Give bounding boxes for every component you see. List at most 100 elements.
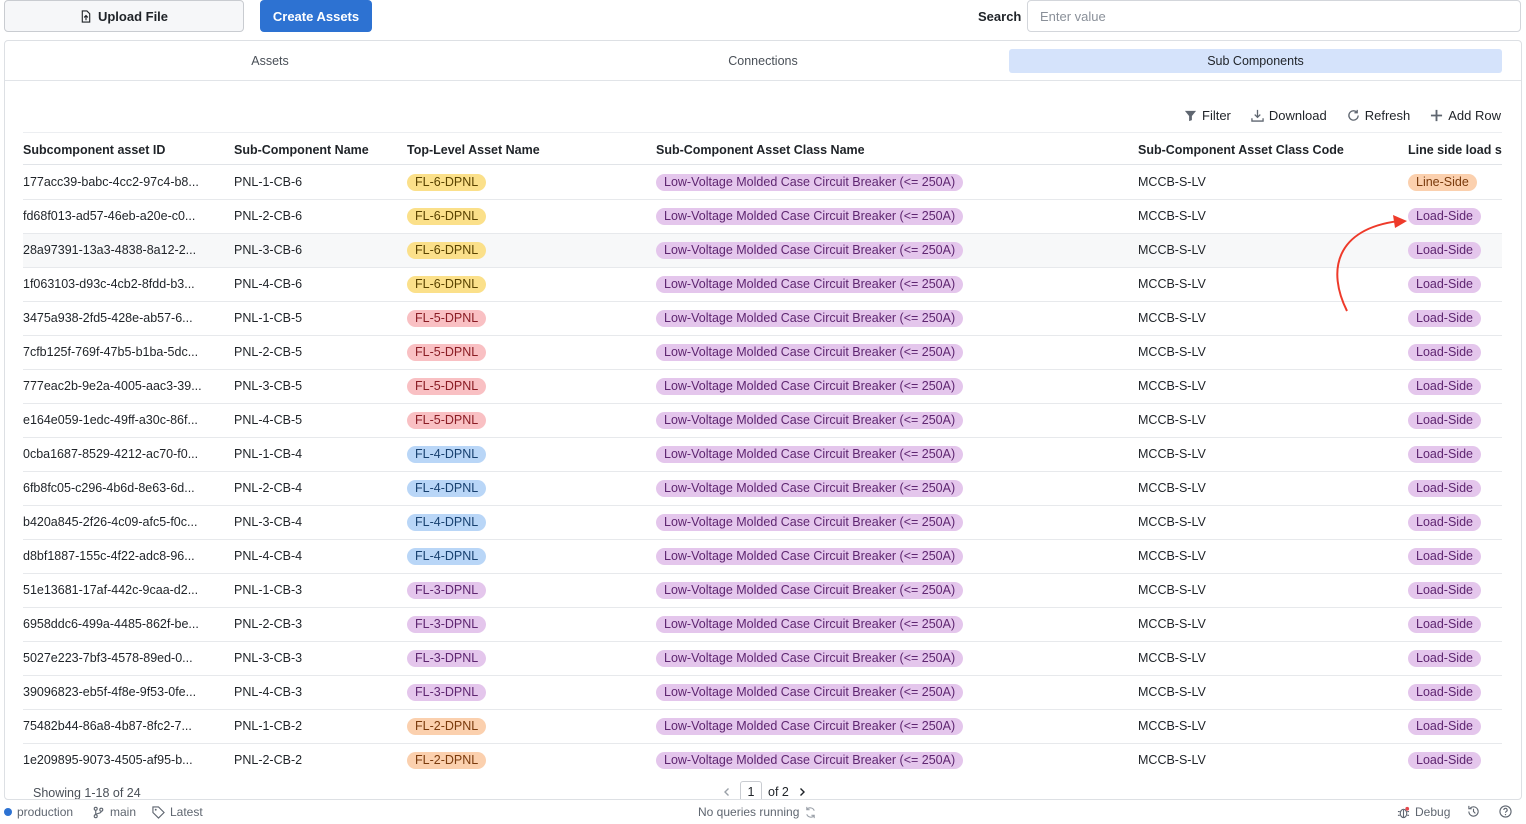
table-row[interactable]: 3475a938-2fd5-428e-ab57-6... PNL-1-CB-5 FL…	[23, 302, 1502, 336]
top-level-asset-badge[interactable]: FL-5-DPNL	[407, 412, 487, 429]
help-button[interactable]	[1499, 805, 1512, 818]
line-side-badge[interactable]: Line-Side	[1408, 174, 1477, 191]
asset-class-badge[interactable]: Low-Voltage Molded Case Circuit Breaker …	[656, 378, 964, 395]
line-side-badge[interactable]: Load-Side	[1408, 412, 1481, 429]
table-header: Subcomponent asset ID Sub-Component Name…	[23, 132, 1502, 165]
top-level-asset-badge[interactable]: FL-6-DPNL	[407, 276, 487, 293]
asset-class-badge[interactable]: Low-Voltage Molded Case Circuit Breaker …	[656, 616, 964, 633]
table-row[interactable]: 6958ddc6-499a-4485-862f-be... PNL-2-CB-3 F…	[23, 608, 1502, 642]
cell-asset-class-code: MCCB-S-LV	[1138, 277, 1206, 291]
line-side-badge[interactable]: Load-Side	[1408, 616, 1481, 633]
line-side-badge[interactable]: Load-Side	[1408, 752, 1481, 769]
asset-class-badge[interactable]: Low-Voltage Molded Case Circuit Breaker …	[656, 684, 964, 701]
line-side-badge[interactable]: Load-Side	[1408, 378, 1481, 395]
download-button[interactable]: Download	[1251, 108, 1327, 123]
top-level-asset-badge[interactable]: FL-3-DPNL	[407, 650, 487, 667]
top-level-asset-badge[interactable]: FL-4-DPNL	[407, 480, 487, 497]
top-level-asset-badge[interactable]: FL-6-DPNL	[407, 208, 487, 225]
top-level-asset-badge[interactable]: FL-3-DPNL	[407, 582, 487, 599]
cell-asset-class-code: MCCB-S-LV	[1138, 651, 1206, 665]
line-side-badge[interactable]: Load-Side	[1408, 242, 1481, 259]
asset-class-badge[interactable]: Low-Voltage Molded Case Circuit Breaker …	[656, 344, 964, 361]
debug-button[interactable]: Debug	[1397, 805, 1450, 819]
prev-page-button[interactable]	[720, 785, 734, 799]
table-row[interactable]: b420a845-2f26-4c09-afc5-f0c... PNL-3-CB-4…	[23, 506, 1502, 540]
add-row-button[interactable]: Add Row	[1430, 108, 1501, 123]
line-side-badge[interactable]: Load-Side	[1408, 718, 1481, 735]
line-side-badge[interactable]: Load-Side	[1408, 650, 1481, 667]
asset-class-badge[interactable]: Low-Voltage Molded Case Circuit Breaker …	[656, 514, 964, 531]
page-number-input[interactable]: 1	[740, 781, 762, 799]
version-selector[interactable]: Latest	[152, 805, 203, 819]
line-side-badge[interactable]: Load-Side	[1408, 310, 1481, 327]
table-row[interactable]: 51e13681-17af-442c-9caa-d2... PNL-1-CB-3 F…	[23, 574, 1502, 608]
asset-class-badge[interactable]: Low-Voltage Molded Case Circuit Breaker …	[656, 480, 964, 497]
next-page-button[interactable]	[795, 785, 809, 799]
asset-class-badge[interactable]: Low-Voltage Molded Case Circuit Breaker …	[656, 208, 964, 225]
table-row[interactable]: 0cba1687-8529-4212-ac70-f0... PNL-1-CB-4 F…	[23, 438, 1502, 472]
refresh-button[interactable]: Refresh	[1347, 108, 1410, 123]
table-row[interactable]: 28a97391-13a3-4838-8a12-2... PNL-3-CB-6 FL…	[23, 234, 1502, 268]
line-side-badge[interactable]: Load-Side	[1408, 208, 1481, 225]
top-level-asset-badge[interactable]: FL-5-DPNL	[407, 378, 487, 395]
line-side-badge[interactable]: Load-Side	[1408, 344, 1481, 361]
table-row[interactable]: d8bf1887-155c-4f22-adc8-96... PNL-4-CB-4 F…	[23, 540, 1502, 574]
table-row[interactable]: 5027e223-7bf3-4578-89ed-0... PNL-3-CB-3 FL…	[23, 642, 1502, 676]
tab-sub-components[interactable]: Sub Components	[1009, 49, 1502, 73]
tab-connections[interactable]: Connections	[517, 49, 1009, 73]
top-level-asset-badge[interactable]: FL-4-DPNL	[407, 446, 487, 463]
asset-class-badge[interactable]: Low-Voltage Molded Case Circuit Breaker …	[656, 718, 964, 735]
asset-class-badge[interactable]: Low-Voltage Molded Case Circuit Breaker …	[656, 752, 964, 769]
line-side-badge[interactable]: Load-Side	[1408, 582, 1481, 599]
table-row[interactable]: 6fb8fc05-c296-4b6d-8e63-6d... PNL-2-CB-4 F…	[23, 472, 1502, 506]
top-level-asset-badge[interactable]: FL-5-DPNL	[407, 344, 487, 361]
table-row[interactable]: 777eac2b-9e2a-4005-aac3-39... PNL-3-CB-5 F…	[23, 370, 1502, 404]
column-header-name[interactable]: Sub-Component Name	[234, 143, 399, 157]
table-row[interactable]: 1f063103-d93c-4cb2-8fdd-b3... PNL-4-CB-6 F…	[23, 268, 1502, 302]
history-button[interactable]	[1467, 805, 1480, 818]
top-level-asset-badge[interactable]: FL-5-DPNL	[407, 310, 487, 327]
column-header-id[interactable]: Subcomponent asset ID	[23, 143, 223, 157]
line-side-badge[interactable]: Load-Side	[1408, 446, 1481, 463]
filter-button[interactable]: Filter	[1184, 108, 1231, 123]
asset-class-badge[interactable]: Low-Voltage Molded Case Circuit Breaker …	[656, 174, 964, 191]
table-row[interactable]: 75482b44-86a8-4b87-8fc2-7... PNL-1-CB-2 FL…	[23, 710, 1502, 744]
top-level-asset-badge[interactable]: FL-3-DPNL	[407, 616, 487, 633]
top-level-asset-badge[interactable]: FL-4-DPNL	[407, 514, 487, 531]
asset-class-badge[interactable]: Low-Voltage Molded Case Circuit Breaker …	[656, 276, 964, 293]
line-side-badge[interactable]: Load-Side	[1408, 480, 1481, 497]
asset-class-badge[interactable]: Low-Voltage Molded Case Circuit Breaker …	[656, 242, 964, 259]
search-input[interactable]	[1027, 0, 1521, 32]
asset-class-badge[interactable]: Low-Voltage Molded Case Circuit Breaker …	[656, 582, 964, 599]
table-row[interactable]: 7cfb125f-769f-47b5-b1ba-5dc... PNL-2-CB-5…	[23, 336, 1502, 370]
asset-class-badge[interactable]: Low-Voltage Molded Case Circuit Breaker …	[656, 650, 964, 667]
top-level-asset-badge[interactable]: FL-6-DPNL	[407, 174, 487, 191]
create-assets-button[interactable]: Create Assets	[260, 0, 372, 32]
table-row[interactable]: e164e059-1edc-49ff-a30c-86f... PNL-4-CB-5…	[23, 404, 1502, 438]
table-row[interactable]: 39096823-eb5f-4f8e-9f53-0fe... PNL-4-CB-3…	[23, 676, 1502, 710]
column-header-line-side[interactable]: Line side load si...	[1408, 143, 1502, 157]
line-side-badge[interactable]: Load-Side	[1408, 276, 1481, 293]
branch-selector[interactable]: main	[92, 805, 136, 819]
column-header-class-code[interactable]: Sub-Component Asset Class Code	[1138, 143, 1398, 157]
line-side-badge[interactable]: Load-Side	[1408, 548, 1481, 565]
column-header-top-level[interactable]: Top-Level Asset Name	[407, 143, 647, 157]
upload-file-button[interactable]: Upload File	[4, 0, 244, 32]
line-side-badge[interactable]: Load-Side	[1408, 514, 1481, 531]
column-header-class-name[interactable]: Sub-Component Asset Class Name	[656, 143, 1126, 157]
top-level-asset-badge[interactable]: FL-6-DPNL	[407, 242, 487, 259]
asset-class-badge[interactable]: Low-Voltage Molded Case Circuit Breaker …	[656, 548, 964, 565]
top-level-asset-badge[interactable]: FL-4-DPNL	[407, 548, 487, 565]
asset-class-badge[interactable]: Low-Voltage Molded Case Circuit Breaker …	[656, 310, 964, 327]
table-row[interactable]: fd68f013-ad57-46eb-a20e-c0... PNL-2-CB-6 F…	[23, 200, 1502, 234]
line-side-badge[interactable]: Load-Side	[1408, 684, 1481, 701]
table-row[interactable]: 1e209895-9073-4505-af95-b... PNL-2-CB-2 FL…	[23, 744, 1502, 776]
top-level-asset-badge[interactable]: FL-2-DPNL	[407, 752, 487, 769]
top-level-asset-badge[interactable]: FL-3-DPNL	[407, 684, 487, 701]
asset-class-badge[interactable]: Low-Voltage Molded Case Circuit Breaker …	[656, 412, 964, 429]
top-level-asset-badge[interactable]: FL-2-DPNL	[407, 718, 487, 735]
table-row[interactable]: 177acc39-babc-4cc2-97c4-b8... PNL-1-CB-6 F…	[23, 166, 1502, 200]
asset-class-badge[interactable]: Low-Voltage Molded Case Circuit Breaker …	[656, 446, 964, 463]
tab-assets[interactable]: Assets	[9, 49, 531, 73]
environment-status[interactable]: production	[4, 805, 73, 819]
